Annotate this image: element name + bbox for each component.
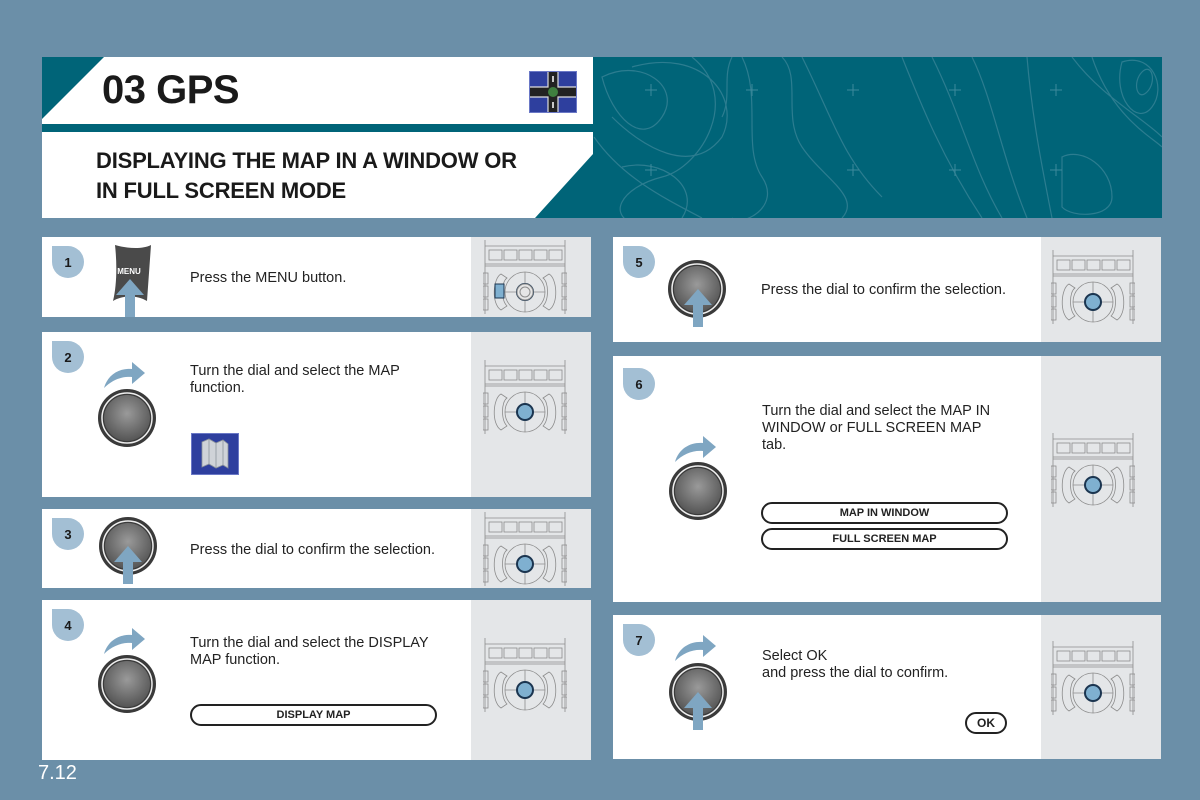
step-instruction: Press the dial to confirm the selection. bbox=[761, 282, 1007, 298]
full-screen-map-option[interactable]: FULL SCREEN MAP bbox=[761, 528, 1008, 550]
turn-arrow-icon bbox=[673, 633, 717, 663]
step-card-3: 3 Press the dial to confirm the selectio… bbox=[42, 509, 591, 588]
console-menu-highlight-icon bbox=[483, 238, 567, 316]
turn-arrow-icon bbox=[102, 626, 146, 656]
display-map-option[interactable]: DISPLAY MAP bbox=[190, 704, 437, 726]
dial-icon bbox=[97, 388, 157, 448]
step-number-badge: 4 bbox=[52, 609, 84, 641]
step-card-4: 4 Turn the dial and select the DISPLAY M… bbox=[42, 600, 591, 760]
step-number-badge: 1 bbox=[52, 246, 84, 278]
step-instruction: Turn the dial and select the MAP functio… bbox=[190, 363, 400, 396]
menu-button-label: MENU bbox=[117, 267, 141, 276]
section-title: 03 GPS bbox=[102, 68, 240, 112]
step-card-1: 1 MENU Press the MENU button. bbox=[42, 237, 591, 317]
page-title-line-1: DISPLAYING THE MAP IN A WINDOW OR bbox=[96, 148, 517, 173]
step-instruction: Press the MENU button. bbox=[190, 270, 347, 286]
console-dial-highlight-icon bbox=[1051, 248, 1135, 326]
page-title: DISPLAYING THE MAP IN A WINDOW OR IN FUL… bbox=[96, 146, 517, 206]
push-arrow-icon bbox=[116, 279, 144, 317]
step-instruction: Turn the dial and select the DISPLAY MAP… bbox=[190, 635, 429, 668]
step-card-5: 5 Press the dial to confirm the selectio… bbox=[613, 237, 1161, 342]
step-number-badge: 5 bbox=[623, 246, 655, 278]
step-instruction: Press the dial to confirm the selection. bbox=[190, 542, 436, 558]
console-dial-highlight-icon bbox=[483, 510, 567, 588]
console-dial-highlight-icon bbox=[483, 358, 567, 436]
step-card-6: 6 Turn the dial and select the MAP IN WI… bbox=[613, 356, 1161, 602]
turn-arrow-icon bbox=[102, 360, 146, 390]
step-number-badge: 2 bbox=[52, 341, 84, 373]
console-dial-highlight-icon bbox=[483, 636, 567, 714]
push-arrow-icon bbox=[684, 692, 712, 730]
map-in-window-option[interactable]: MAP IN WINDOW bbox=[761, 502, 1008, 524]
step-card-2: 2 Turn the dial and select the MAP funct… bbox=[42, 332, 591, 497]
turn-arrow-icon bbox=[673, 434, 717, 464]
ok-option[interactable]: OK bbox=[965, 712, 1007, 734]
step-number-badge: 7 bbox=[623, 624, 655, 656]
dial-icon bbox=[668, 461, 728, 521]
push-arrow-icon bbox=[684, 289, 712, 327]
page-title-line-2: IN FULL SCREEN MODE bbox=[96, 178, 347, 203]
step-card-7: 7 Select OK and press the dial to confir… bbox=[613, 615, 1161, 759]
step-instruction: Select OK and press the dial to confirm. bbox=[762, 648, 949, 681]
push-arrow-icon bbox=[114, 546, 142, 584]
step-number-badge: 6 bbox=[623, 368, 655, 400]
console-dial-highlight-icon bbox=[1051, 431, 1135, 509]
step-instruction: Turn the dial and select the MAP IN WIND… bbox=[762, 403, 991, 453]
dial-icon bbox=[97, 654, 157, 714]
page-number: 7.12 bbox=[38, 762, 77, 784]
map-icon bbox=[191, 433, 239, 475]
step-number-badge: 3 bbox=[52, 518, 84, 550]
console-dial-highlight-icon bbox=[1051, 639, 1135, 717]
junction-icon bbox=[529, 71, 577, 113]
